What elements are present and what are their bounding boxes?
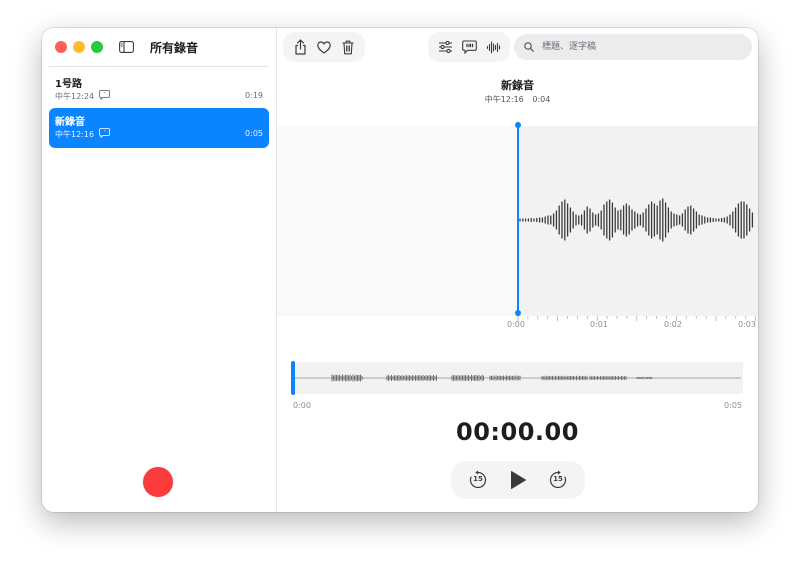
transcript-icon: " (99, 128, 110, 138)
skip-back-amount: 15 (473, 475, 483, 483)
zoom-window-button[interactable] (91, 41, 103, 53)
recording-name: 新錄音 (55, 117, 85, 128)
edit-toolbar (284, 33, 364, 61)
sidebar: 所有錄音 1号路 中午12:24 " 0:19 新錄音 中午12:16 " 0:… (42, 28, 277, 512)
record-button[interactable] (143, 467, 173, 497)
overview-waveform (295, 374, 741, 382)
sliders-icon (438, 41, 452, 53)
recording-meta: 中午12:16 0:04 (277, 94, 758, 105)
sidebar-toggle-button[interactable] (115, 37, 137, 57)
recording-detail: 新錄音 中午12:16 0:04 0:00 0:01 0:02 0:03 0:0… (277, 28, 758, 512)
voice-memos-window: 所有錄音 1号路 中午12:24 " 0:19 新錄音 中午12:16 " 0:… (42, 28, 758, 512)
playhead[interactable] (515, 122, 521, 316)
skip-forward-amount: 15 (553, 475, 563, 483)
svg-text:": " (103, 92, 105, 98)
playback-timer: 00:00.00 (456, 418, 579, 446)
tick-label: 0:01 (590, 320, 608, 329)
waveform-view[interactable] (277, 122, 758, 316)
overview-end-time: 0:05 (724, 401, 742, 410)
options-button[interactable] (434, 36, 456, 58)
recording-duration: 0:05 (245, 129, 263, 138)
skip-forward-button[interactable]: 15 (547, 469, 569, 491)
playhead-top-knob[interactable] (515, 122, 521, 128)
overview-start-time: 0:00 (293, 401, 311, 410)
recording-item-selected[interactable]: 新錄音 中午12:16 " 0:05 (49, 108, 269, 148)
play-icon (511, 471, 526, 489)
share-icon (294, 39, 306, 55)
playback-controls: 15 15 (452, 462, 584, 498)
transcript-icon: " (99, 90, 110, 100)
delete-button[interactable] (337, 36, 359, 58)
recording-time: 中午12:16 (484, 95, 524, 104)
divider (49, 66, 269, 67)
time-ruler (517, 316, 757, 321)
waveform-icon (486, 40, 500, 54)
minimize-window-button[interactable] (73, 41, 85, 53)
trash-icon (342, 40, 354, 54)
recording-duration: 0:19 (245, 91, 263, 100)
play-button[interactable] (507, 469, 529, 491)
view-toolbar (429, 33, 509, 61)
transcript-icon (461, 40, 477, 54)
overview-scrubber[interactable] (291, 361, 743, 395)
sidebar-title: 所有錄音 (150, 41, 199, 55)
search-icon (524, 42, 534, 52)
svg-text:": " (103, 130, 105, 136)
close-window-button[interactable] (55, 41, 67, 53)
share-button[interactable] (289, 36, 311, 58)
sidebar-icon (118, 41, 134, 53)
recording-time: 中午12:24 (55, 92, 95, 101)
recording-name: 1号路 (55, 79, 82, 90)
overview-playhead[interactable] (291, 361, 295, 395)
tick-label: 0:03 (738, 320, 756, 329)
skip-back-button[interactable]: 15 (467, 469, 489, 491)
search-input[interactable] (540, 41, 744, 53)
recording-item[interactable]: 1号路 中午12:24 " 0:19 (49, 70, 269, 110)
tick-label: 0:02 (664, 320, 682, 329)
recording-time: 中午12:16 (55, 130, 95, 139)
heart-icon (317, 40, 331, 54)
transcript-button[interactable] (458, 36, 480, 58)
recording-title[interactable]: 新錄音 (277, 77, 758, 93)
enhance-recording-button[interactable] (482, 36, 504, 58)
search-field[interactable] (514, 34, 752, 60)
favorite-button[interactable] (313, 36, 335, 58)
recording-length: 0:04 (532, 95, 551, 104)
tick-label: 0:00 (507, 320, 525, 329)
